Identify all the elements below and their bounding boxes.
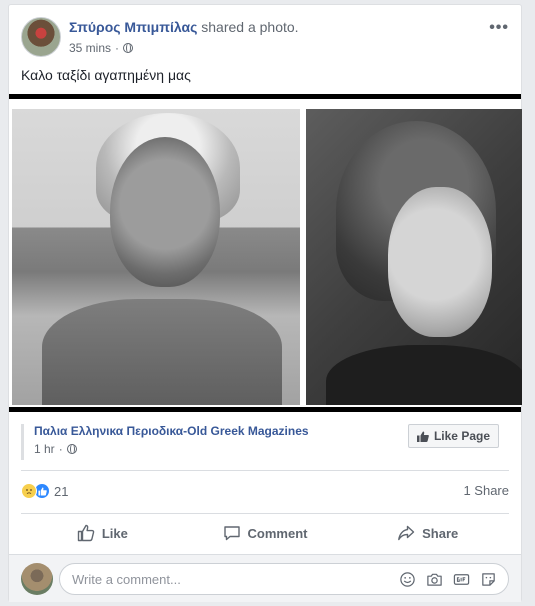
share-count[interactable]: 1 Share	[463, 483, 509, 498]
share-label: Share	[422, 525, 459, 541]
globe-icon	[66, 444, 77, 454]
photo-left-figure	[42, 299, 282, 405]
post-text: Καλο ταξίδι αγαπημένη μας	[21, 67, 191, 83]
like-label: Like	[101, 525, 128, 541]
photo-right-face	[388, 187, 492, 337]
shared-page-box: Παλια Ελληνικα Περιοδικα-Old Greek Magaz…	[21, 424, 509, 460]
sad-reaction-icon	[21, 483, 37, 499]
share-icon	[398, 525, 415, 541]
post-meta: 35 mins ·	[69, 41, 134, 55]
camera-icon[interactable]	[426, 571, 443, 588]
post-name-line: Σπύρος Μπιμπίλας shared a photo.	[69, 19, 299, 35]
like-page-button[interactable]: Like Page	[407, 424, 499, 448]
gif-icon[interactable]	[453, 571, 470, 588]
divider	[21, 470, 509, 471]
shared-page-name[interactable]: Παλια Ελληνικα Περιοδικα-Old Greek Magaz…	[34, 424, 309, 438]
reactions-summary[interactable]: 21	[21, 483, 68, 499]
globe-icon	[123, 43, 134, 53]
comment-icon	[223, 526, 240, 541]
comment-label: Comment	[247, 525, 308, 541]
like-button[interactable]: Like	[21, 517, 184, 549]
post-time[interactable]: 35 mins	[69, 41, 111, 55]
reaction-count: 21	[54, 483, 69, 499]
more-icon[interactable]: •••	[489, 19, 509, 37]
sticker-icon[interactable]	[480, 571, 497, 588]
thumbs-up-icon	[77, 524, 95, 542]
post-card: Σπύρος Μπιμπίλας shared a photo. 35 mins…	[8, 4, 522, 602]
photo-right	[306, 109, 522, 405]
post-action-text: shared a photo.	[201, 19, 299, 35]
photo-left-face	[110, 137, 220, 287]
shared-page-time[interactable]: 1 hr	[34, 442, 55, 456]
comment-button[interactable]: Comment	[184, 517, 347, 549]
shared-page-meta: 1 hr ·	[34, 442, 77, 456]
emoji-icon[interactable]	[399, 571, 416, 588]
shared-meta-separator: ·	[58, 442, 63, 456]
post-actions: Like Comment Share	[21, 517, 509, 549]
post-stats: 21 1 Share	[21, 481, 509, 505]
comment-composer	[9, 554, 521, 602]
post-header: Σπύρος Μπιμπίλας shared a photo. 35 mins…	[21, 17, 509, 59]
current-user-avatar[interactable]	[21, 563, 53, 595]
shared-photo[interactable]	[9, 94, 522, 412]
photo-left	[12, 109, 300, 405]
divider	[21, 513, 509, 514]
photo-right-figure	[326, 345, 522, 405]
share-button[interactable]: Share	[346, 517, 509, 549]
comment-input-icons	[399, 571, 497, 588]
thumbs-up-icon	[416, 431, 429, 442]
author-avatar[interactable]	[21, 17, 61, 57]
author-name[interactable]: Σπύρος Μπιμπίλας	[69, 19, 197, 35]
like-page-label: Like Page	[433, 429, 490, 443]
meta-separator: ·	[115, 41, 120, 55]
